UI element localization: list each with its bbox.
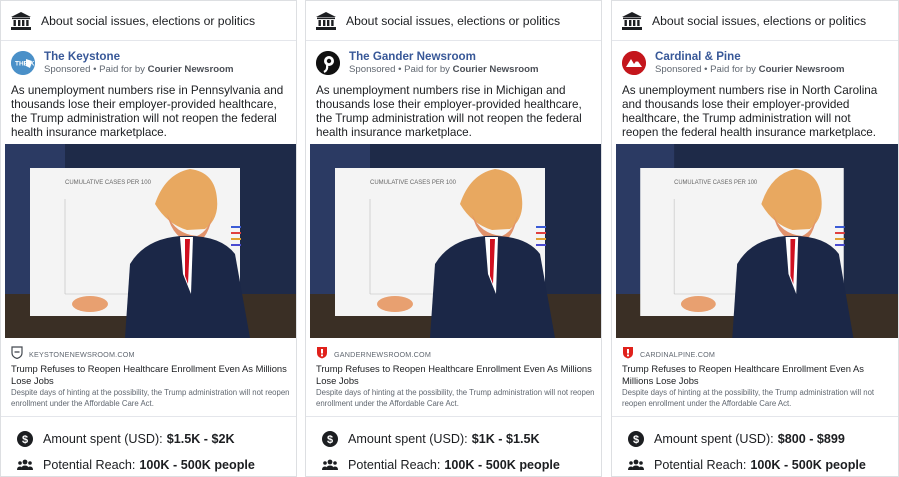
page-logo[interactable] xyxy=(316,51,340,75)
amount-spent-value: $800 - $899 xyxy=(777,432,845,446)
ad-stats: $ Amount spent (USD): $1K - $1.5K Potent… xyxy=(322,429,597,476)
link-preview[interactable]: GANDERNEWSROOM.COM Trump Refuses to Reop… xyxy=(316,343,595,409)
potential-reach-label: Potential Reach: xyxy=(43,458,136,472)
dollar-coin-icon: $ xyxy=(322,431,338,447)
potential-reach-label: Potential Reach: xyxy=(348,458,441,472)
government-building-icon xyxy=(622,11,642,30)
ad-header: THE K The Keystone Sponsored • Paid for … xyxy=(1,41,296,79)
svg-text:$: $ xyxy=(633,434,639,446)
government-building-icon xyxy=(11,11,31,30)
sponsored-label: Sponsored • Paid for by xyxy=(655,64,756,75)
amount-spent-label: Amount spent (USD): xyxy=(654,432,774,446)
payer-name[interactable]: Courier Newsroom xyxy=(453,64,539,75)
svg-text:$: $ xyxy=(22,434,28,446)
disclaimer-text: About social issues, elections or politi… xyxy=(41,13,256,28)
press-briefing-photo: CUMULATIVE CASES PER 100 xyxy=(616,144,898,338)
ad-header: Cardinal & Pine Sponsored • Paid for by … xyxy=(612,41,898,79)
page-name-link[interactable]: The Keystone xyxy=(44,50,233,63)
potential-reach-row: Potential Reach: 100K - 500K people xyxy=(628,455,894,475)
amount-spent-row: $ Amount spent (USD): $800 - $899 xyxy=(628,429,894,449)
ad-image[interactable]: CUMULATIVE CASES PER 100 xyxy=(616,144,898,338)
people-group-icon xyxy=(322,459,338,470)
disclaimer-text: About social issues, elections or politi… xyxy=(652,13,867,28)
shield-badge-icon xyxy=(11,345,23,359)
cardinal-logo-icon xyxy=(622,51,646,75)
gander-logo-icon xyxy=(316,51,340,75)
payer-name[interactable]: Courier Newsroom xyxy=(148,64,234,75)
chart-board-text: CUMULATIVE CASES PER 100 xyxy=(370,180,457,186)
page-logo[interactable]: THE K xyxy=(11,51,35,75)
people-group-icon xyxy=(17,459,33,470)
disclaimer-text: About social issues, elections or politi… xyxy=(346,13,561,28)
potential-reach-row: Potential Reach: 100K - 500K people xyxy=(17,455,292,475)
svg-text:$: $ xyxy=(327,434,333,446)
link-preview[interactable]: CARDINALPINE.COM Trump Refuses to Reopen… xyxy=(622,343,892,409)
chart-board-text: CUMULATIVE CASES PER 100 xyxy=(674,180,758,186)
government-building-icon xyxy=(316,11,336,30)
domain-row: KEYSTONENEWSROOM.COM xyxy=(11,343,290,361)
amount-spent-label: Amount spent (USD): xyxy=(348,432,468,446)
ad-library-grid: About social issues, elections or politi… xyxy=(0,0,899,477)
disclaimer-bar: About social issues, elections or politi… xyxy=(1,1,296,41)
ad-image[interactable]: CUMULATIVE CASES PER 100 xyxy=(5,144,296,338)
potential-reach-value: 100K - 500K people xyxy=(139,458,255,472)
link-headline[interactable]: Trump Refuses to Reopen Healthcare Enrol… xyxy=(11,363,290,386)
link-preview[interactable]: KEYSTONENEWSROOM.COM Trump Refuses to Re… xyxy=(11,343,290,409)
divider xyxy=(306,416,601,417)
amount-spent-row: $ Amount spent (USD): $1.5K - $2K xyxy=(17,429,292,449)
chart-board-text: CUMULATIVE CASES PER 100 xyxy=(65,180,152,186)
ad-body-text: As unemployment numbers rise in North Ca… xyxy=(622,84,878,139)
page-logo[interactable] xyxy=(622,51,646,75)
potential-reach-value: 100K - 500K people xyxy=(750,458,866,472)
amount-spent-value: $1K - $1.5K xyxy=(471,432,540,446)
domain-row: CARDINALPINE.COM xyxy=(622,343,892,361)
amount-spent-label: Amount spent (USD): xyxy=(43,432,163,446)
ad-header: The Gander Newsroom Sponsored • Paid for… xyxy=(306,41,601,79)
page-name-link[interactable]: Cardinal & Pine xyxy=(655,50,844,63)
press-briefing-photo: CUMULATIVE CASES PER 100 xyxy=(5,144,296,338)
dollar-coin-icon: $ xyxy=(628,431,644,447)
link-headline[interactable]: Trump Refuses to Reopen Healthcare Enrol… xyxy=(622,363,892,386)
sponsored-label: Sponsored • Paid for by xyxy=(349,64,450,75)
keystone-logo-icon: THE K xyxy=(11,51,35,75)
link-headline[interactable]: Trump Refuses to Reopen Healthcare Enrol… xyxy=(316,363,595,386)
ad-card: About social issues, elections or politi… xyxy=(0,0,297,477)
dollar-coin-icon: $ xyxy=(17,431,33,447)
sponsored-line: Sponsored • Paid for by Courier Newsroom xyxy=(349,63,538,76)
press-briefing-photo: CUMULATIVE CASES PER 100 xyxy=(310,144,601,338)
divider xyxy=(612,416,898,417)
ad-stats: $ Amount spent (USD): $1.5K - $2K Potent… xyxy=(17,429,292,476)
link-description: Despite days of hinting at the possibili… xyxy=(316,388,595,408)
ad-body-text: As unemployment numbers rise in Michigan… xyxy=(316,84,582,139)
ad-card: About social issues, elections or politi… xyxy=(305,0,602,477)
potential-reach-value: 100K - 500K people xyxy=(444,458,560,472)
potential-reach-row: Potential Reach: 100K - 500K people xyxy=(322,455,597,475)
link-domain[interactable]: CARDINALPINE.COM xyxy=(640,350,715,359)
link-domain[interactable]: GANDERNEWSROOM.COM xyxy=(334,350,431,359)
link-description: Despite days of hinting at the possibili… xyxy=(11,388,290,408)
link-domain[interactable]: KEYSTONENEWSROOM.COM xyxy=(29,350,135,359)
payer-name[interactable]: Courier Newsroom xyxy=(759,64,845,75)
sponsored-line: Sponsored • Paid for by Courier Newsroom xyxy=(44,63,233,76)
sponsored-line: Sponsored • Paid for by Courier Newsroom xyxy=(655,63,844,76)
disclaimer-bar: About social issues, elections or politi… xyxy=(612,1,898,41)
shield-badge-icon xyxy=(623,346,633,358)
domain-row: GANDERNEWSROOM.COM xyxy=(316,343,595,361)
amount-spent-row: $ Amount spent (USD): $1K - $1.5K xyxy=(322,429,597,449)
page-name-link[interactable]: The Gander Newsroom xyxy=(349,50,538,63)
ad-image[interactable]: CUMULATIVE CASES PER 100 xyxy=(310,144,601,338)
sponsored-label: Sponsored • Paid for by xyxy=(44,64,145,75)
people-group-icon xyxy=(628,459,644,470)
ad-stats: $ Amount spent (USD): $800 - $899 Potent… xyxy=(628,429,894,476)
disclaimer-bar: About social issues, elections or politi… xyxy=(306,1,601,41)
link-description: Despite days of hinting at the possibili… xyxy=(622,388,875,408)
ad-card: About social issues, elections or politi… xyxy=(611,0,899,477)
divider xyxy=(1,416,296,417)
shield-badge-icon xyxy=(317,346,327,358)
potential-reach-label: Potential Reach: xyxy=(654,458,747,472)
amount-spent-value: $1.5K - $2K xyxy=(166,432,235,446)
ad-body-text: As unemployment numbers rise in Pennsylv… xyxy=(11,84,284,139)
